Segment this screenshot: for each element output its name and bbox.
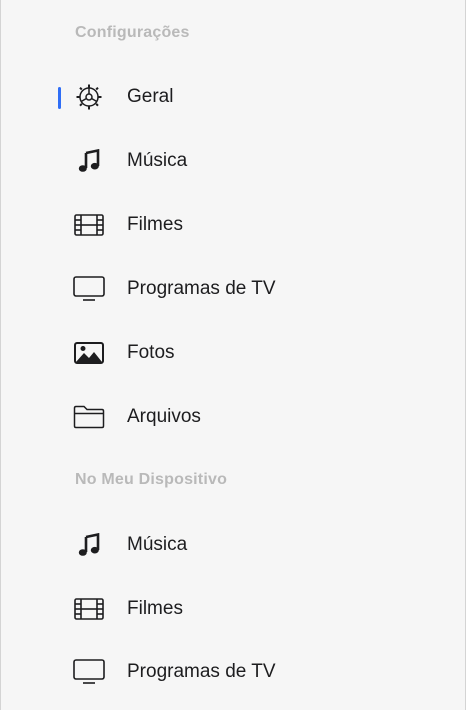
music-note-icon (72, 531, 106, 559)
photo-icon (72, 339, 106, 367)
sidebar-item-fotos[interactable]: Fotos (1, 333, 465, 373)
section-title-settings: Configurações (75, 24, 190, 41)
sidebar-item-geral[interactable]: Geral (1, 77, 465, 117)
sidebar-item-label: Arquivos (127, 406, 201, 427)
music-note-icon (72, 147, 106, 175)
sidebar-item-label: Música (127, 534, 188, 555)
sidebar-item-label: Programas de TV (127, 661, 276, 682)
gear-icon (72, 83, 106, 111)
sidebar-item-device-programas-de-tv[interactable]: Programas de TV (1, 652, 465, 692)
sidebar-item-device-filmes[interactable]: Filmes (1, 589, 465, 629)
sidebar-item-label: Filmes (127, 214, 183, 235)
sidebar-item-device-musica[interactable]: Música (1, 525, 465, 565)
tv-icon (72, 658, 106, 686)
sidebar-item-label: Programas de TV (127, 278, 276, 299)
section-title-device: No Meu Dispositivo (75, 471, 228, 488)
sidebar-item-musica[interactable]: Música (1, 141, 465, 181)
sidebar-item-label: Música (127, 150, 188, 171)
film-icon (72, 595, 106, 623)
sidebar-item-arquivos[interactable]: Arquivos (1, 397, 465, 437)
tv-icon (72, 275, 106, 303)
sidebar-item-label: Geral (127, 86, 174, 107)
folder-icon (72, 403, 106, 431)
sidebar-item-label: Filmes (127, 598, 183, 619)
sidebar-item-label: Fotos (127, 342, 175, 363)
film-icon (72, 211, 106, 239)
sidebar-item-programas-de-tv[interactable]: Programas de TV (1, 269, 465, 309)
sidebar: Configurações Geral Música Filmes Progra… (0, 0, 466, 710)
sidebar-item-filmes[interactable]: Filmes (1, 205, 465, 245)
